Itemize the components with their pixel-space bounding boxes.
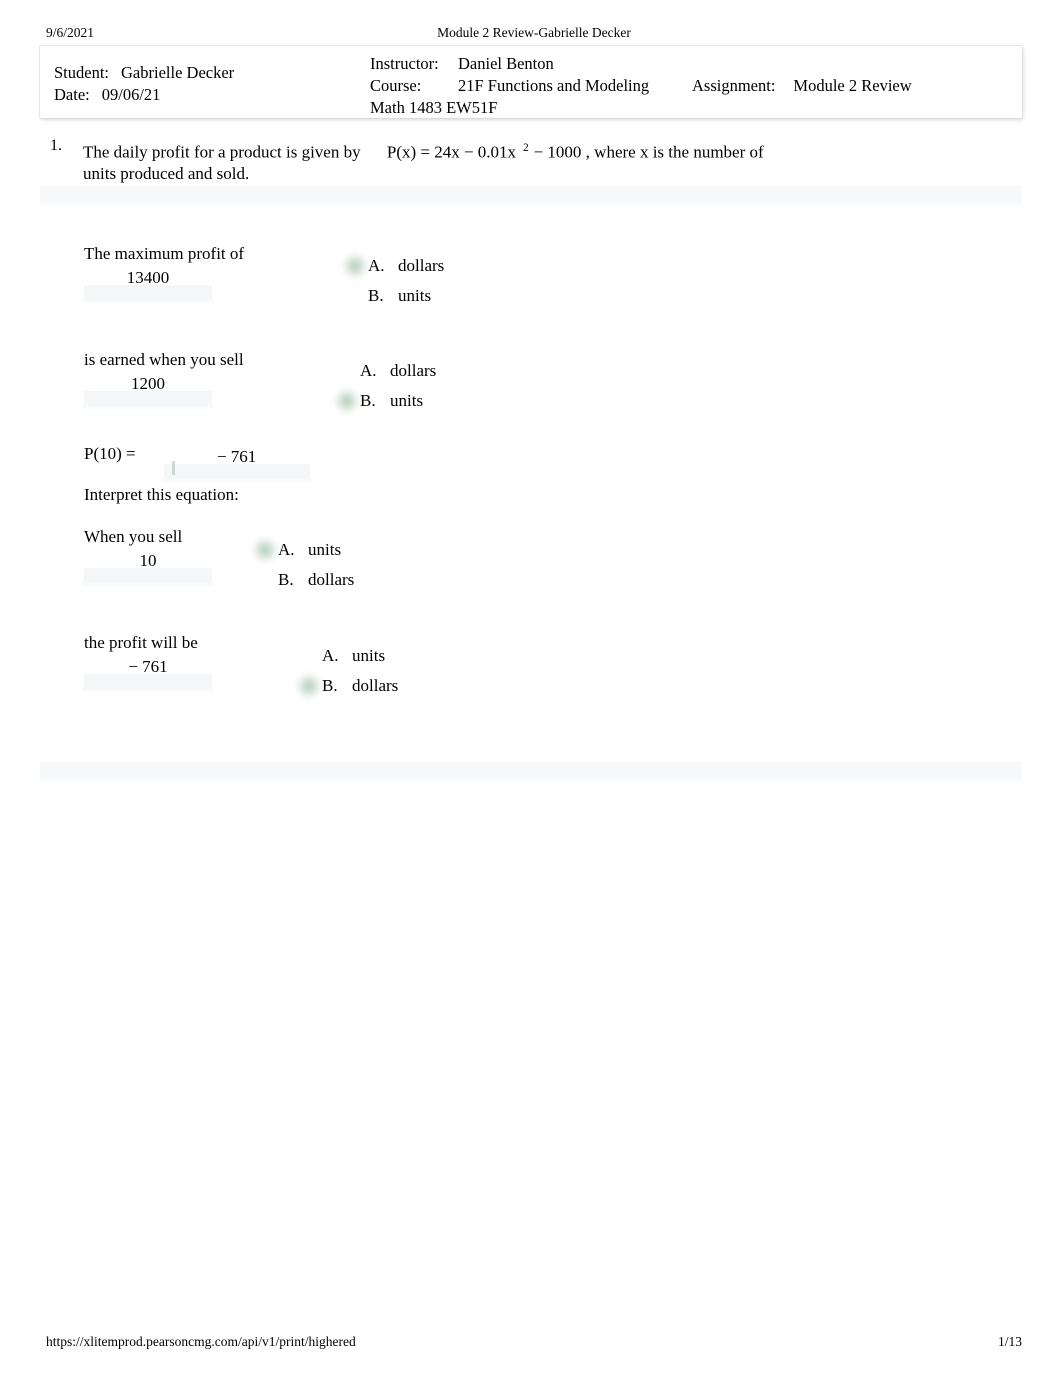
part-3-choice-b[interactable]: B. dollars — [276, 565, 354, 595]
part-1-choice-b[interactable]: B. units — [366, 281, 444, 311]
part-2-choice-b-label: units — [390, 391, 424, 410]
part-3-prompt-group: When you sell 10 — [82, 526, 214, 588]
date-value: 09/06/21 — [101, 85, 161, 104]
part-2-choice-a-letter: A. — [360, 361, 377, 380]
part-3-choice-a-label: units — [308, 540, 342, 559]
print-page-number: 1/13 — [997, 1334, 1022, 1349]
part-4-choice-a-letter: A. — [322, 646, 339, 665]
print-source-url: https://xlitemprod.pearsoncmg.com/api/v1… — [46, 1334, 356, 1349]
selected-radio-marker — [342, 253, 368, 279]
print-page-footer: https://xlitemprod.pearsoncmg.com/api/v1… — [46, 1333, 1022, 1351]
student-value: Gabrielle Decker — [121, 63, 235, 82]
evaluation-answer-input[interactable]: − 761 — [161, 445, 312, 484]
separator-band-top — [40, 186, 1022, 208]
part-4-answer-input[interactable]: − 761 — [82, 655, 214, 694]
assignment-info-box: Student: Gabrielle Decker Date: 09/06/21 I… — [40, 46, 1022, 122]
instructor-label: Instructor: — [370, 54, 439, 73]
course-label: Course: — [370, 76, 422, 95]
evaluation-label: P(10) = — [84, 444, 136, 463]
part-3-choice-a[interactable]: A. units — [252, 535, 354, 565]
interpret-label: Interpret this equation: — [84, 485, 239, 504]
part-2-choice-b-letter: B. — [360, 391, 376, 410]
instructor-value: Daniel Benton — [458, 54, 554, 73]
part-4-choice-a-label: units — [352, 646, 386, 665]
course-section-row: Math 1483 EW51F — [370, 97, 649, 119]
part-4-choice-b-label: dollars — [352, 676, 399, 695]
assignment-info-group: Assignment: Module 2 Review — [692, 75, 912, 97]
evaluation-answer-value: − 761 — [216, 447, 257, 466]
part-4-choice-b[interactable]: B. dollars — [296, 671, 399, 701]
instructor-row: Instructor: Daniel Benton — [370, 53, 649, 75]
selected-radio-marker — [296, 673, 322, 699]
part-2-choice-a-label: dollars — [390, 361, 437, 380]
separator-band-bottom — [40, 762, 1022, 784]
part-4-choice-group: A. units B. dollars — [296, 641, 399, 701]
evaluation-group: P(10) = − 761 — [84, 443, 312, 484]
part-2-prompt: is earned when you sell — [84, 350, 244, 369]
course-section-value: Math 1483 EW51F — [370, 98, 498, 117]
part-2-choice-a[interactable]: A. dollars — [358, 356, 436, 386]
equation-rhs: − 1000 , where x is the number — [533, 142, 746, 162]
part-2-prompt-group: is earned when you sell 1200 — [82, 349, 244, 411]
part-2-choice-b[interactable]: B. units — [334, 386, 436, 416]
part-3-answer-value: 10 — [139, 551, 157, 570]
part-4-prompt-group: the profit will be − 761 — [82, 632, 214, 694]
part-2-answer-input[interactable]: 1200 — [82, 372, 214, 411]
part-1-choice-a-label: dollars — [398, 256, 445, 275]
part-1-choice-a-letter: A. — [368, 256, 385, 275]
date-label: Date: — [54, 85, 90, 104]
text-caret — [171, 461, 175, 475]
print-title: Module 2 Review-Gabrielle Decker — [437, 25, 631, 40]
part-3-choice-b-label: dollars — [308, 570, 355, 589]
assignment-value: Module 2 Review — [793, 76, 912, 95]
part-2-choice-group: A. dollars B. units — [334, 356, 436, 416]
part-2-answer-value: 1200 — [131, 374, 165, 393]
part-4-choice-b-letter: B. — [322, 676, 338, 695]
part-3-choice-group: A. units B. dollars — [252, 535, 354, 595]
print-page-header: 9/6/2021 Module 2 Review-Gabrielle Decke… — [46, 24, 1022, 42]
question-number: 1. — [50, 137, 62, 154]
part-3-answer-input[interactable]: 10 — [82, 549, 214, 588]
part-3-choice-a-letter: A. — [278, 540, 295, 559]
selected-radio-marker — [252, 537, 278, 563]
course-info-group: Instructor: Daniel Benton Course: 21F Func… — [370, 53, 649, 119]
student-label: Student: — [54, 63, 110, 82]
selected-radio-marker — [334, 388, 360, 414]
equation-exponent: 2 — [523, 142, 529, 154]
part-3-prompt: When you sell — [84, 527, 183, 546]
course-value: 21F Functions and Modeling — [458, 76, 650, 95]
question-equation: P(x) = 24x − 0.01x 2 − 1000 , where x is t… — [387, 138, 745, 163]
part-4-answer-value: − 761 — [128, 657, 168, 676]
part-4-prompt: the profit will be — [84, 633, 198, 652]
part-1-prompt: The maximum profit of — [84, 244, 245, 263]
question-text: The daily profit for a product is given … — [83, 138, 783, 184]
part-1-choice-b-label: units — [398, 286, 432, 305]
assignment-label: Assignment: — [692, 76, 776, 95]
student-row: Student: Gabrielle Decker — [54, 62, 234, 84]
course-row: Course: 21F Functions and Modeling — [370, 75, 649, 97]
part-1-prompt-group: The maximum profit of 13400 — [82, 243, 245, 305]
part-1-choice-group: A. dollars B. units — [342, 251, 445, 311]
part-3-choice-b-letter: B. — [278, 570, 294, 589]
equation-lhs: P(x) = 24x − 0.01x — [386, 142, 517, 162]
part-1-answer-value: 13400 — [126, 268, 170, 287]
part-4-choice-a[interactable]: A. units — [320, 641, 398, 671]
question-text-before: The daily profit for a product is given … — [83, 142, 361, 162]
part-1-choice-a[interactable]: A. dollars — [342, 251, 445, 281]
part-1-answer-input[interactable]: 13400 — [82, 266, 214, 305]
date-row: Date: 09/06/21 — [54, 84, 234, 106]
student-info-group: Student: Gabrielle Decker Date: 09/06/21 — [54, 62, 234, 106]
part-1-choice-b-letter: B. — [368, 286, 384, 305]
